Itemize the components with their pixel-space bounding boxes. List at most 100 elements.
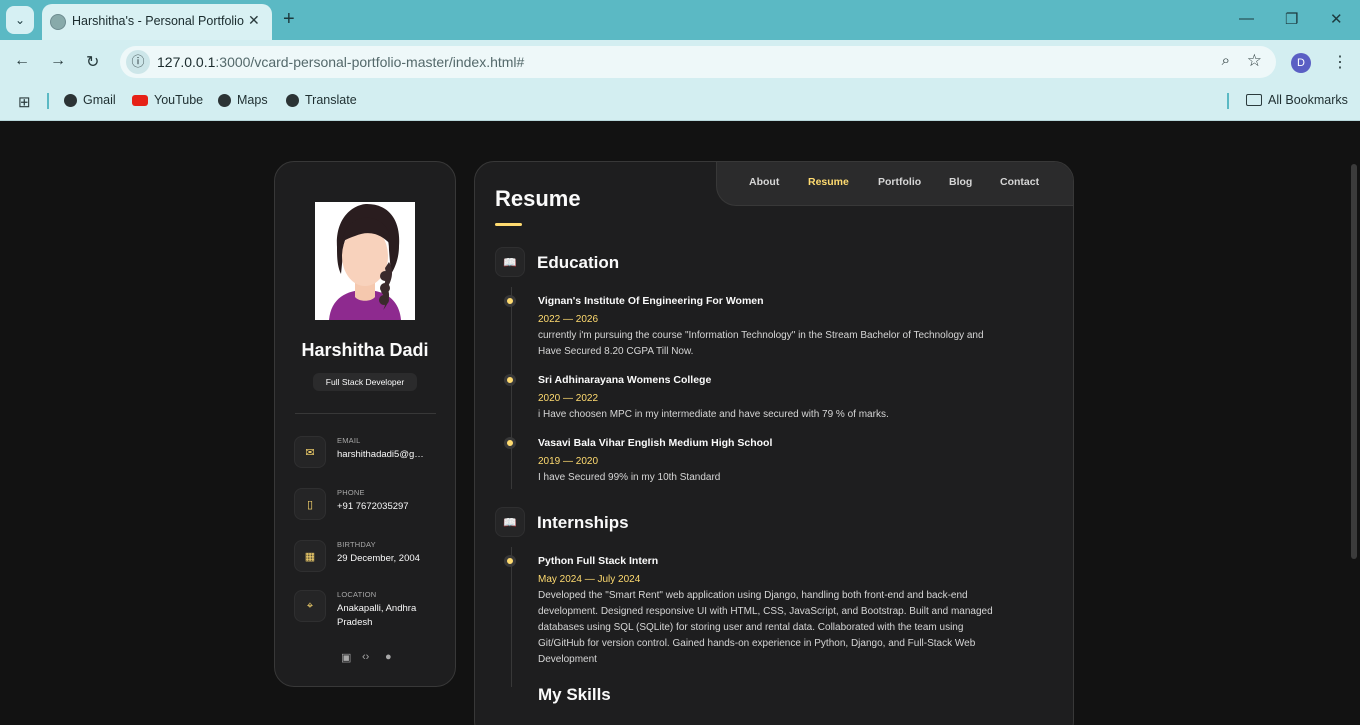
timeline-item-title: Python Full Stack Intern [538, 555, 659, 567]
email-link[interactable]: harshithadadi5@gmail.com [337, 448, 431, 462]
browser-tab[interactable]: Harshitha's - Personal Portfolio ✕ [42, 4, 272, 40]
site-info-icon[interactable]: ⓘ [126, 50, 150, 74]
location-value: Anakapalli, Andhra Pradesh [337, 603, 417, 628]
reload-button[interactable]: ↻ [86, 52, 99, 72]
url-text: 127.0.0.1:3000/vcard-personal-portfolio-… [157, 54, 524, 70]
timeline-item-text: Developed the "Smart Rent" web applicati… [538, 590, 993, 665]
timeline-dot [507, 440, 513, 446]
tab-title: Harshitha's - Personal Portfolio [72, 14, 244, 28]
nav-blog[interactable]: Blog [949, 176, 972, 188]
bookmark-label: Maps [237, 93, 268, 107]
bookmark-maps[interactable]: Maps [218, 93, 268, 107]
bookmark-star-icon[interactable]: ☆ [1247, 51, 1262, 71]
page-title: Resume [495, 186, 581, 211]
nav-portfolio[interactable]: Portfolio [878, 176, 921, 188]
phone-icon: ▯ [294, 488, 326, 520]
birthday-value: 29 December, 2004 [337, 553, 420, 564]
sidebar-separator [295, 413, 436, 414]
bookmark-label: YouTube [154, 93, 204, 107]
avatar [315, 202, 415, 320]
book-icon: 📖 [495, 507, 525, 537]
globe-icon [218, 93, 231, 107]
restore-button[interactable]: ❐ [1285, 10, 1298, 28]
github-icon[interactable]: ● [385, 651, 392, 663]
contact-birthday: ▦ Birthday 29 December, 2004 [294, 540, 444, 580]
timeline-item-text: currently i'm pursuing the course "Infor… [538, 330, 984, 357]
profile-avatar[interactable]: D [1291, 53, 1311, 73]
mail-icon: ✉ [294, 436, 326, 468]
contact-phone: ▯ Phone +91 7672035297 [294, 488, 444, 528]
timeline-item-date: May 2024 — July 2024 [538, 574, 641, 585]
timeline-dot [507, 298, 513, 304]
contact-location: ⌖ Location Anakapalli, Andhra Pradesh [294, 590, 444, 630]
timeline-dot [507, 558, 513, 564]
bookmark-gmail[interactable]: Gmail [64, 93, 116, 107]
tab-search-button[interactable]: ⌄ [6, 6, 34, 34]
timeline-item-title: Sri Adhinarayana Womens College [538, 374, 712, 386]
nav-resume[interactable]: Resume [808, 176, 849, 188]
all-bookmarks-label: All Bookmarks [1268, 93, 1348, 107]
browser-menu-icon[interactable]: ⋮ [1332, 52, 1348, 72]
all-bookmarks-button[interactable]: All Bookmarks [1246, 93, 1348, 107]
bookmark-label: Translate [305, 93, 357, 107]
timeline-item-text: I have Secured 99% in my 10th Standard [538, 472, 721, 483]
code-icon[interactable]: ‹› [362, 651, 369, 663]
close-tab-icon[interactable]: ✕ [248, 12, 260, 29]
bookmarks-divider [47, 93, 49, 109]
bookmark-youtube[interactable]: YouTube [132, 93, 203, 107]
forward-button[interactable]: → [50, 52, 66, 70]
bookmarks-divider [1227, 93, 1229, 109]
contact-title: Email [337, 436, 361, 445]
browser-tab-strip: ⌄ Harshitha's - Personal Portfolio ✕ + —… [0, 0, 1360, 40]
close-window-button[interactable]: ✕ [1330, 10, 1343, 28]
skills-title: My Skills [538, 685, 611, 704]
contact-title: Location [337, 590, 377, 599]
address-bar[interactable]: ⓘ 127.0.0.1:3000/vcard-personal-portfoli… [120, 46, 1276, 78]
page-viewport: Harshitha Dadi Full Stack Developer ✉ Em… [0, 121, 1360, 725]
globe-icon [64, 93, 77, 107]
timeline-item-text: i Have choosen MPC in my intermediate an… [538, 409, 889, 420]
timeline-item-date: 2022 — 2026 [538, 314, 599, 325]
folder-icon [1246, 94, 1262, 106]
url-path: :3000/vcard-personal-portfolio-master/in… [215, 54, 525, 70]
profile-role-badge: Full Stack Developer [313, 373, 417, 391]
contact-title: Birthday [337, 540, 376, 549]
timeline-item-title: Vignan's Institute Of Engineering For Wo… [538, 295, 764, 307]
linkedin-icon[interactable]: ▣ [341, 651, 351, 664]
contact-title: Phone [337, 488, 365, 497]
phone-link[interactable]: +91 7672035297 [337, 500, 437, 514]
globe-icon [50, 14, 66, 30]
internships-title: Internships [537, 513, 629, 532]
profile-name: Harshitha Dadi [301, 340, 429, 360]
timeline-item-date: 2020 — 2022 [538, 393, 599, 404]
globe-icon [286, 93, 299, 107]
timeline-item-date: 2019 — 2020 [538, 456, 599, 467]
bookmarks-bar: ⊞ Gmail YouTube Maps Translate All Bookm… [0, 84, 1360, 121]
main-navbar: About Resume Portfolio Blog Contact [716, 162, 1073, 206]
profile-sidebar: Harshitha Dadi Full Stack Developer ✉ Em… [274, 161, 456, 687]
new-tab-button[interactable]: + [283, 8, 295, 30]
resume-article: About Resume Portfolio Blog Contact Resu… [474, 161, 1074, 725]
youtube-icon [132, 94, 148, 106]
browser-toolbar: ← → ↻ ⓘ 127.0.0.1:3000/vcard-personal-po… [0, 40, 1360, 84]
scrollbar-thumb[interactable] [1351, 164, 1357, 559]
apps-grid-icon[interactable]: ⊞ [18, 93, 31, 111]
back-button[interactable]: ← [14, 52, 30, 70]
location-icon: ⌖ [294, 590, 326, 622]
timeline-line [511, 547, 512, 687]
minimize-button[interactable]: — [1239, 10, 1254, 27]
title-underline [495, 223, 522, 226]
url-host: 127.0.0.1 [157, 54, 216, 70]
timeline-line [511, 287, 512, 489]
bookmark-label: Gmail [83, 93, 116, 107]
zoom-icon[interactable]: ⌕ [1222, 52, 1230, 69]
nav-about[interactable]: About [749, 176, 779, 188]
timeline-dot [507, 377, 513, 383]
nav-contact[interactable]: Contact [1000, 176, 1039, 188]
bookmark-translate[interactable]: Translate [286, 93, 357, 107]
contact-email: ✉ Email harshithadadi5@gmail.com [294, 436, 444, 476]
timeline-item-title: Vasavi Bala Vihar English Medium High Sc… [538, 437, 773, 449]
education-title: Education [537, 253, 620, 272]
book-icon: 📖 [495, 247, 525, 277]
calendar-icon: ▦ [294, 540, 326, 572]
